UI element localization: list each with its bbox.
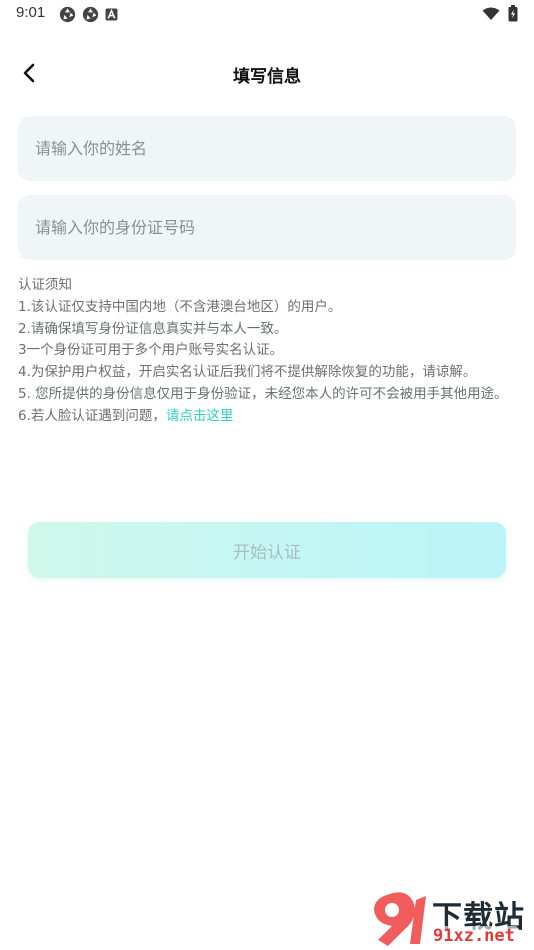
verification-notice: 认证须知 1.该认证仅支持中国内地（不含港澳台地区）的用户。 2.请确保填写身份… — [18, 275, 518, 428]
aperture-icon — [59, 6, 76, 23]
id-number-input[interactable] — [18, 195, 516, 260]
watermark: 下载站 91xz.net — [368, 888, 534, 950]
watermark-url: 91xz.net — [430, 926, 518, 946]
status-bar: 9:01 — [0, 0, 534, 28]
notice-item: 4.为保护用户权益，开启实名认证后我们将不提供解除恢复的功能，请谅解。 — [18, 364, 477, 381]
header: 填写信息 — [0, 50, 534, 96]
notice-heading: 认证须知 — [18, 277, 72, 293]
notice-item: 3一个身份证可用于多个用户账号实名认证。 — [18, 342, 284, 359]
notice-item: 1.该认证仅支持中国内地（不含港澳台地区）的用户。 — [18, 298, 342, 315]
aperture-icon — [82, 6, 99, 23]
battery-icon — [508, 5, 518, 22]
watermark-logo-icon — [374, 892, 426, 946]
status-icons-left — [59, 6, 118, 23]
notice-item: 2.请确保填写身份证信息真实并与本人一致。 — [18, 320, 288, 337]
notice-item-text: 6.若人脸认证遇到问题， — [18, 407, 166, 424]
name-input[interactable] — [18, 116, 516, 181]
status-icons-right — [482, 5, 518, 22]
notice-item: 6.若人脸认证遇到问题，请点击这里 — [18, 406, 518, 428]
click-here-link[interactable]: 请点击这里 — [166, 408, 234, 424]
page-title: 填写信息 — [233, 67, 301, 87]
start-verification-button[interactable]: 开始认证 — [28, 522, 506, 578]
status-time: 9:01 — [16, 4, 46, 21]
wifi-icon — [482, 7, 500, 20]
a-letter-icon — [105, 8, 118, 21]
notice-item: 5. 您所提供的身份信息仅用于身份验证，未经您本人的许可不会被用手其他用途。 — [18, 385, 508, 402]
